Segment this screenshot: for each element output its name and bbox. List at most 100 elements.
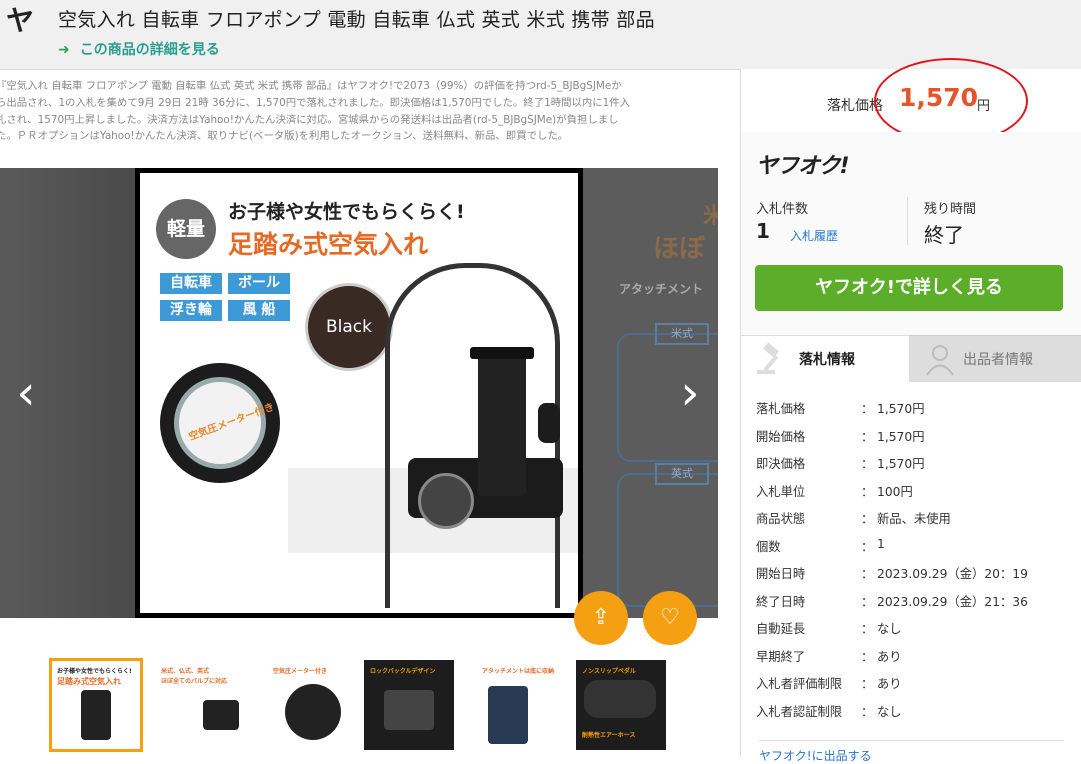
info-value: 1,570円 (877, 457, 925, 471)
image-gallery[interactable]: 米 ほぼ アタッチメント 米式 英式 軽量 お子様や女性でもらくらく! 足踏み式… (0, 168, 718, 618)
time-left-value: 終了 (924, 223, 964, 247)
thumbnail-text: 米式、仏式、英式 (161, 668, 210, 675)
image-headline-accent: 足踏み式空気入れ (228, 230, 429, 259)
thumbnail-text: ノンスリップペダル (582, 668, 636, 675)
info-key: 個数 (756, 539, 781, 554)
arrow-right-icon: ➜ (58, 42, 70, 58)
tab-seller-info[interactable]: 出品者情報 (909, 335, 1081, 382)
info-row: 入札単位 ： 100円 (756, 482, 1076, 510)
thumbnail-strip: お子様や女性でもらくらく! 足踏み式空気入れ 米式、仏式、英式 ほぼ全てのバルブ… (49, 658, 671, 752)
info-value: 新品、未使用 (877, 512, 951, 526)
previous-image-chevron-icon[interactable]: ‹ (8, 368, 44, 418)
thumbnail-text: アタッチメントは底に収納 (482, 668, 555, 675)
description-line: 『空気入れ 自転車 フロアポンプ 電動 自転車 仏式 英式 米式 携帯 部品』は… (0, 80, 622, 92)
thumbnail-gauge-graphic (285, 684, 341, 740)
pump-barrel-graphic (478, 351, 526, 496)
thumbnail-text: ロックバックルデザイン (370, 668, 436, 675)
thumbnail-pump-graphic (488, 686, 528, 744)
auction-sidebar: 落札価格 1,570 円 ヤフオク! 入札件数 1 入札履歴 残り時間 終了 ヤ… (740, 58, 1081, 763)
view-on-yafuoku-button[interactable]: ヤフオク!で詳しく見る (755, 265, 1063, 311)
info-key: 即決価格 (756, 457, 806, 471)
final-price-box: 落札価格 1,570 円 (741, 58, 1081, 144)
info-separator: ： (861, 704, 874, 719)
bid-count-label: 入札件数 (756, 202, 809, 217)
thumbnail[interactable]: ノンスリップペダル 耐熱性エアーホース (576, 660, 666, 750)
bid-count-value: 1 (756, 219, 770, 243)
thumbnail[interactable]: お子様や女性でもらくらく! 足踏み式空気入れ (49, 658, 143, 752)
time-left-label: 残り時間 (924, 202, 977, 217)
thumbnail-text: 空気圧メーター付き (273, 668, 328, 675)
thumbnail[interactable]: 空気圧メーター付き (267, 660, 357, 750)
info-row: 入札者認証制限 ：なし (756, 702, 1076, 730)
share-button[interactable]: ⇪ (574, 591, 628, 645)
product-detail-link[interactable]: ➜ この商品の詳細を見る (58, 39, 220, 59)
info-row: 開始日時 ： 2023.09.29（金）20：19 (756, 564, 1076, 592)
info-key: 商品状態 (756, 512, 806, 526)
yafuoku-logo: ヤフオク! (756, 154, 850, 179)
use-tag: ボール (228, 273, 290, 294)
pump-dial-graphic (418, 473, 474, 529)
tab-auction-info[interactable]: 落札情報 (741, 335, 909, 382)
gavel-icon (755, 342, 789, 376)
info-separator: ： (861, 402, 874, 416)
heart-icon: ♡ (660, 605, 680, 630)
thumbnail-pump-graphic (384, 690, 434, 730)
info-row: 即決価格 ： 1,570円 (756, 454, 1076, 482)
next-image-chevron-icon[interactable]: › (672, 368, 708, 418)
thumbnail-text: ほぼ全てのバルブに対応 (161, 678, 228, 685)
info-separator: ： (861, 567, 874, 581)
product-image-content: 軽量 お子様や女性でもらくらく! 足踏み式空気入れ 自転車 ボール 浮き輪 風 … (140, 173, 578, 613)
thumbnail[interactable]: ロックバックルデザイン (364, 660, 454, 750)
share-icon: ⇪ (591, 605, 611, 630)
preview-frame (617, 473, 718, 607)
preview-label: 英式 (655, 463, 709, 485)
info-key: 入札者認証制限 (756, 704, 843, 719)
thumbnail-pump-graphic (81, 690, 111, 740)
info-separator: ： (861, 429, 874, 444)
info-row: 終了日時 ： 2023.09.29（金）21：36 (756, 592, 1076, 620)
pump-chuck-graphic (538, 403, 560, 443)
preview-text: ほぼ (653, 234, 706, 264)
thumbnail-text: 耐熱性エアーホース (582, 732, 636, 739)
info-key: 自動延長 (756, 622, 806, 636)
watchlist-button[interactable]: ♡ (643, 591, 697, 645)
info-value: 1 (877, 536, 885, 551)
divider (907, 197, 908, 245)
info-value: 2023.09.29（金）21：36 (877, 594, 1028, 609)
info-key: 落札価格 (756, 402, 806, 416)
thumbnail[interactable]: 米式、仏式、英式 ほぼ全てのバルブに対応 (155, 660, 245, 750)
pump-top-graphic (470, 347, 534, 359)
info-key: 開始日時 (756, 567, 806, 581)
preview-caption: アタッチメント (619, 282, 704, 296)
yahoo-logo-icon[interactable]: ヤ (6, 6, 42, 36)
info-separator: ： (861, 457, 874, 471)
info-row: 落札価格 ： 1,570円 (756, 399, 1076, 427)
info-tabs: 落札情報 出品者情報 (741, 335, 1081, 382)
info-value: あり (877, 649, 902, 664)
pump-hose-graphic (385, 263, 560, 608)
thumbnail[interactable]: アタッチメントは底に収納 (476, 660, 566, 750)
sell-on-yafuoku-link[interactable]: ヤフオク!に出品する (759, 740, 1064, 764)
info-value: 2023.09.29（金）20：19 (877, 567, 1028, 581)
auction-status-card: ヤフオク! 入札件数 1 入札履歴 残り時間 終了 ヤフオク!で詳しく見る (741, 132, 1081, 335)
info-row: 個数 ： 1 (756, 537, 1076, 565)
person-icon (923, 342, 957, 376)
info-value: なし (877, 704, 902, 719)
description-line: た。ＰＲオプションはYahoo!かんたん決済、取りナビ(ベータ版)を利用したオー… (0, 130, 569, 143)
lightweight-badge: 軽量 (156, 199, 216, 259)
info-separator: ： (861, 512, 874, 526)
info-value: あり (877, 677, 902, 691)
description-line: 札され、1570円上昇しました。決済方法はYahoo!かんたん決済に対応。宮城県… (0, 113, 619, 126)
thumbnail-pedal-graphic (584, 680, 656, 718)
main-product-image[interactable]: 軽量 お子様や女性でもらくらく! 足踏み式空気入れ 自転車 ボール 浮き輪 風 … (135, 168, 583, 618)
preview-label: 米式 (655, 323, 709, 345)
info-row: 早期終了 ：あり (756, 647, 1076, 675)
info-row: 開始価格 ： 1,570円 (756, 427, 1076, 455)
bid-history-link[interactable]: 入札履歴 (790, 227, 838, 244)
thumbnail-text: お子様や女性でもらくらく! (57, 668, 132, 675)
page-title: 空気入れ 自転車 フロアポンプ 電動 自転車 仏式 英式 米式 携帯 部品 (58, 9, 655, 31)
thumbnail-text: 足踏み式空気入れ (57, 677, 121, 686)
info-key: 終了日時 (756, 594, 806, 609)
use-tag: 浮き輪 (160, 300, 222, 321)
product-detail-link-label: この商品の詳細を見る (79, 42, 220, 58)
